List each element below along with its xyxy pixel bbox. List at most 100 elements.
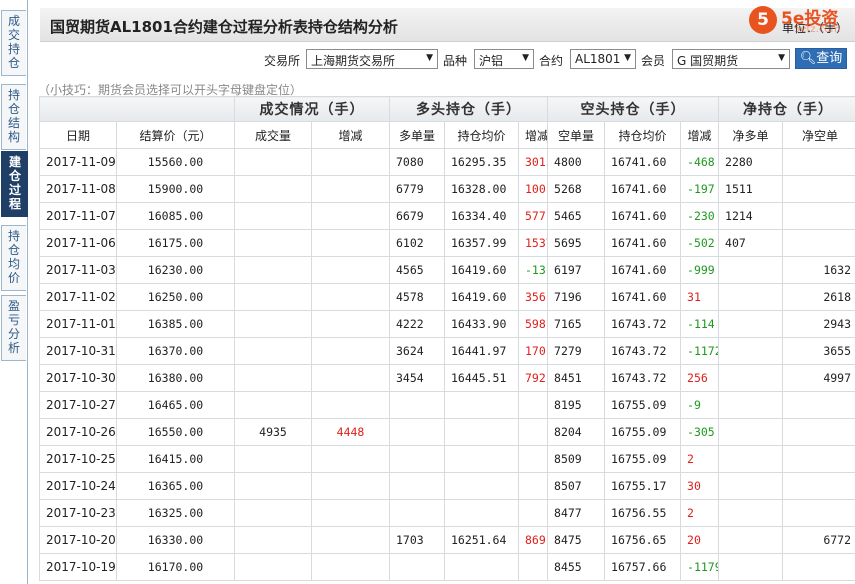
cell-long-qty bbox=[389, 391, 445, 419]
cell-short-change: 20 bbox=[680, 526, 720, 554]
cell-short-avg: 16755.09 bbox=[604, 445, 682, 473]
cell-long-qty: 6102 bbox=[389, 229, 445, 257]
cell-long-change: 792 bbox=[517, 364, 549, 392]
cell-net-short bbox=[782, 229, 855, 257]
table-body: 2017-11-09 15560.00 7080 16295.35 301 4800 167… bbox=[39, 148, 855, 581]
side-tab-label: 建仓过程 bbox=[8, 155, 21, 211]
query-button[interactable]: 🔍︎查询 bbox=[795, 48, 847, 69]
cell-long-avg: 16419.60 bbox=[444, 256, 519, 284]
cell-volume-change bbox=[311, 175, 390, 203]
cell-volume-change bbox=[311, 499, 390, 527]
table-row: 2017-10-19 16170.00 8455 16757.66 -1179 bbox=[39, 553, 855, 581]
side-tab-average-price[interactable]: 持仓均价 bbox=[1, 225, 26, 291]
cell-short-qty: 7196 bbox=[547, 283, 606, 311]
product-label: 品种 bbox=[443, 54, 468, 68]
cell-volume-change bbox=[311, 445, 390, 473]
cell-long-change bbox=[517, 445, 549, 473]
cell-short-avg: 16741.60 bbox=[604, 229, 682, 257]
product-select[interactable]: 沪铝 ▼ bbox=[474, 49, 534, 69]
side-tab-build-process[interactable]: 建仓过程 bbox=[1, 151, 28, 217]
cell-settle-price: 16365.00 bbox=[116, 472, 235, 500]
cell-net-long bbox=[718, 418, 784, 446]
cell-net-long bbox=[718, 310, 784, 338]
cell-short-qty: 8477 bbox=[547, 499, 606, 527]
cell-short-change: 31 bbox=[680, 283, 720, 311]
cell-volume bbox=[234, 526, 312, 554]
cell-date: 2017-11-02 bbox=[39, 283, 117, 311]
cell-short-qty: 4800 bbox=[547, 148, 606, 176]
cell-long-avg bbox=[444, 418, 519, 446]
cell-long-avg: 16295.35 bbox=[444, 148, 519, 176]
cell-settle-price: 16250.00 bbox=[116, 283, 235, 311]
cell-long-qty bbox=[389, 499, 445, 527]
table-row: 2017-10-30 16380.00 3454 16445.51 792 8451 167… bbox=[39, 364, 855, 392]
cell-net-long bbox=[718, 364, 784, 392]
cell-short-avg: 16755.17 bbox=[604, 472, 682, 500]
cell-net-short bbox=[782, 553, 855, 581]
cell-settle-price: 15560.00 bbox=[116, 148, 235, 176]
cell-short-change: -305 bbox=[680, 418, 720, 446]
site-logo: 5 5e投资 5etz.com bbox=[744, 2, 854, 40]
cell-short-avg: 16741.60 bbox=[604, 256, 682, 284]
cell-volume-change bbox=[311, 256, 390, 284]
cell-net-short bbox=[782, 175, 855, 203]
cell-long-avg: 16441.97 bbox=[444, 337, 519, 365]
cell-long-qty: 4565 bbox=[389, 256, 445, 284]
side-tab-profit-analysis[interactable]: 盈亏分析 bbox=[1, 295, 26, 361]
table-row: 2017-11-02 16250.00 4578 16419.60 356 7196 167… bbox=[39, 283, 855, 311]
member-label: 会员 bbox=[641, 54, 666, 68]
cell-settle-price: 15900.00 bbox=[116, 175, 235, 203]
cell-short-avg: 16756.65 bbox=[604, 526, 682, 554]
cell-volume-change bbox=[311, 337, 390, 365]
cell-volume bbox=[234, 553, 312, 581]
cell-long-avg bbox=[444, 445, 519, 473]
contract-select[interactable]: AL1801 ▼ bbox=[570, 49, 636, 69]
cell-short-qty: 7165 bbox=[547, 310, 606, 338]
cell-long-change: 869 bbox=[517, 526, 549, 554]
col-net-short: 净空单 bbox=[782, 121, 855, 149]
cell-long-change: 356 bbox=[517, 283, 549, 311]
cell-long-change bbox=[517, 499, 549, 527]
cell-short-avg: 16743.72 bbox=[604, 337, 682, 365]
cell-net-short: 4997 bbox=[782, 364, 855, 392]
side-tab-label: 持仓均价 bbox=[7, 229, 20, 285]
cell-long-change: 170 bbox=[517, 337, 549, 365]
cell-net-long: 1214 bbox=[718, 202, 784, 230]
cell-settle-price: 16370.00 bbox=[116, 337, 235, 365]
table-row: 2017-11-07 16085.00 6679 16334.40 577 5465 167… bbox=[39, 202, 855, 230]
cell-long-qty: 4578 bbox=[389, 283, 445, 311]
table-row: 2017-11-09 15560.00 7080 16295.35 301 4800 167… bbox=[39, 148, 855, 176]
side-tab-label: 盈亏分析 bbox=[7, 299, 20, 355]
exchange-select-value: 上海期货交易所 bbox=[311, 54, 396, 68]
cell-long-avg: 16419.60 bbox=[444, 283, 519, 311]
cell-volume-change bbox=[311, 283, 390, 311]
cell-date: 2017-10-24 bbox=[39, 472, 117, 500]
cell-short-change: -999 bbox=[680, 256, 720, 284]
member-select[interactable]: G 国贸期货 ▼ bbox=[672, 49, 790, 69]
cell-settle-price: 16325.00 bbox=[116, 499, 235, 527]
cell-short-change: 256 bbox=[680, 364, 720, 392]
side-tab-label: 持仓结构 bbox=[7, 88, 20, 144]
cell-date: 2017-10-19 bbox=[39, 553, 117, 581]
cell-volume bbox=[234, 472, 312, 500]
col-short-change: 增减 bbox=[680, 121, 720, 149]
cell-date: 2017-10-23 bbox=[39, 499, 117, 527]
cell-long-change bbox=[517, 418, 549, 446]
cell-net-long bbox=[718, 283, 784, 311]
cell-net-short: 3655 bbox=[782, 337, 855, 365]
table-row: 2017-10-27 16465.00 8195 16755.09 -9 bbox=[39, 391, 855, 419]
cell-net-short: 6772 bbox=[782, 526, 855, 554]
table-group-header: 成交情况（手） 多头持仓（手） 空头持仓（手） 净持仓（手） bbox=[39, 96, 855, 122]
side-tab-position-structure[interactable]: 持仓结构 bbox=[1, 84, 26, 150]
cell-date: 2017-11-06 bbox=[39, 229, 117, 257]
cell-settle-price: 16175.00 bbox=[116, 229, 235, 257]
table-row: 2017-10-24 16365.00 8507 16755.17 30 bbox=[39, 472, 855, 500]
cell-date: 2017-11-07 bbox=[39, 202, 117, 230]
cell-settle-price: 16230.00 bbox=[116, 256, 235, 284]
table-row: 2017-10-26 16550.00 4935 4448 8204 16755.09 -3… bbox=[39, 418, 855, 446]
cell-short-avg: 16743.72 bbox=[604, 310, 682, 338]
cell-short-avg: 16756.55 bbox=[604, 499, 682, 527]
cell-short-avg: 16757.66 bbox=[604, 553, 682, 581]
exchange-select[interactable]: 上海期货交易所 ▼ bbox=[306, 49, 438, 69]
side-tab-strip: 成交持仓 持仓结构 建仓过程 持仓均价 盈亏分析 bbox=[0, 0, 28, 584]
